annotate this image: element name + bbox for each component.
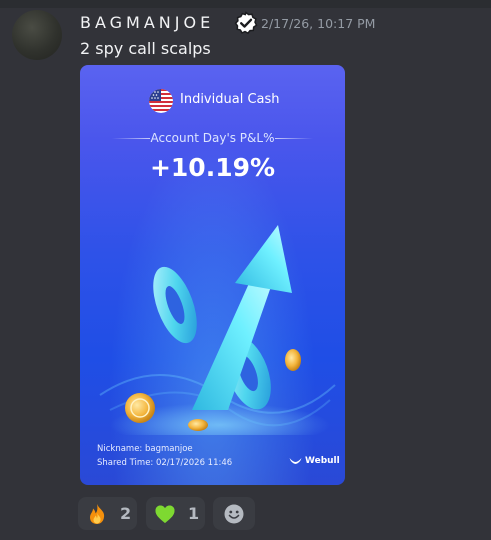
percent-arrow-coins-illustration: [99, 225, 336, 435]
reaction-count: 1: [188, 504, 200, 523]
username[interactable]: BAGMANJOE: [80, 13, 214, 32]
nickname-text: Nickname: bagmanjoe: [97, 444, 193, 454]
green-heart-emoji: [155, 505, 175, 523]
message-content: 2 spy call scalps: [80, 39, 211, 58]
pnl-value: +10.19%: [149, 153, 276, 182]
pnl-share-card-image[interactable]: Individual Cash Account Day's P&L% +10.1…: [80, 65, 345, 485]
add-reaction-icon: [224, 504, 244, 524]
divider-line-right: [275, 138, 313, 139]
reaction-green-heart[interactable]: 1: [146, 497, 205, 530]
account-type-label: Individual Cash: [180, 92, 280, 107]
add-reaction-button[interactable]: [213, 497, 255, 530]
brand-name: Webull: [305, 456, 340, 466]
webull-bull-icon: [289, 458, 302, 464]
fire-emoji: [90, 504, 105, 524]
avatar[interactable]: [12, 10, 62, 60]
verified-badge-icon: [234, 11, 258, 35]
shared-time-text: Shared Time: 02/17/2026 11:46: [97, 458, 233, 468]
reaction-count: 2: [120, 504, 132, 523]
chat-message: BAGMANJOE 2/17/26, 10:17 PM 2 spy call s…: [0, 0, 491, 540]
message-timestamp[interactable]: 2/17/26, 10:17 PM: [261, 16, 375, 31]
us-flag-icon: [149, 89, 173, 113]
reaction-fire[interactable]: 2: [78, 497, 137, 530]
